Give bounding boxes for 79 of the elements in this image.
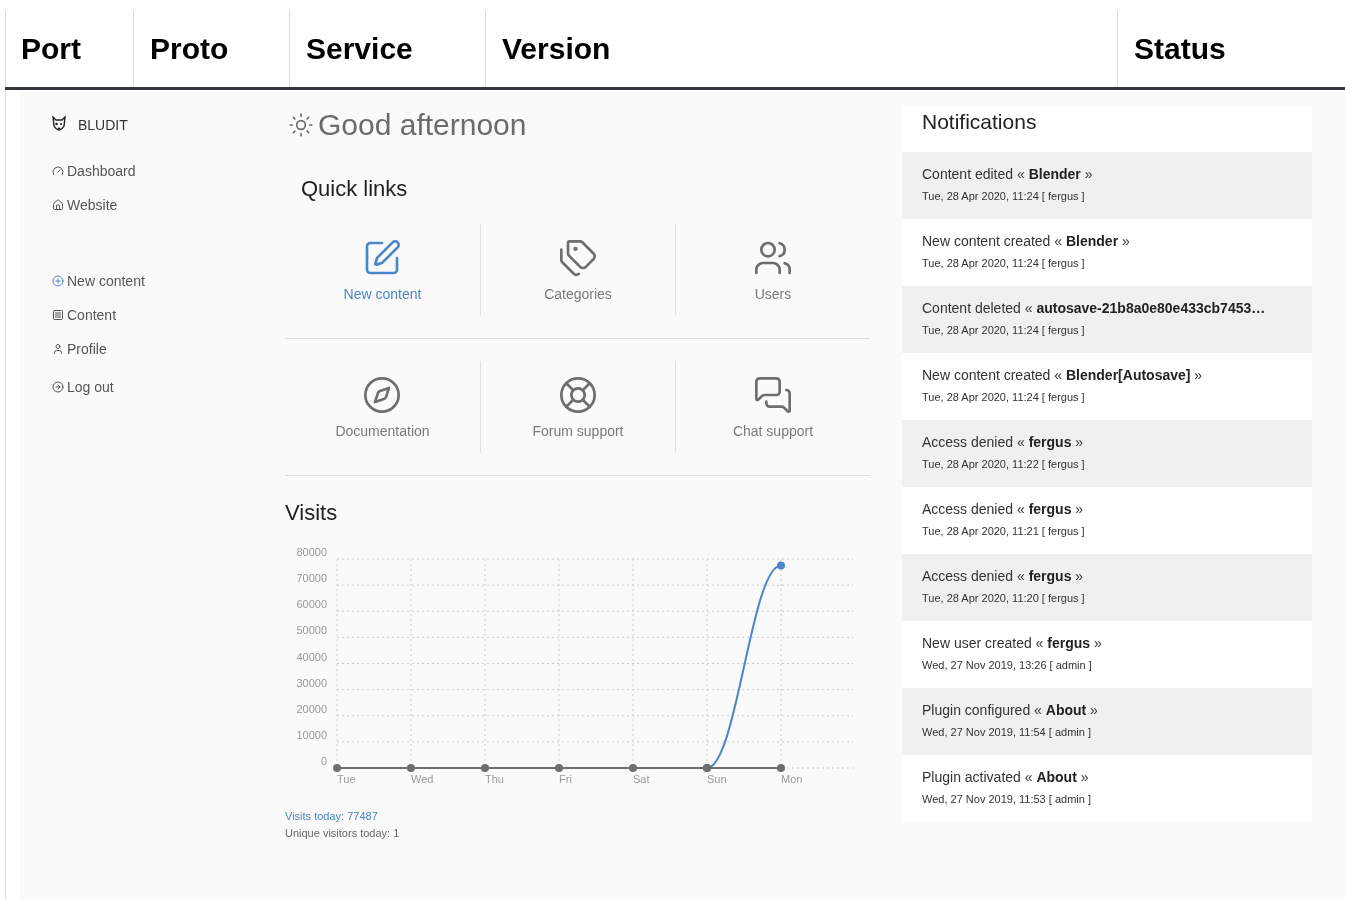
x-tick-label: Fri: [559, 773, 572, 785]
column-header: Port: [5, 10, 133, 87]
y-tick-label: 0: [320, 755, 327, 767]
section-title: Quick links: [301, 176, 409, 202]
y-tick-label: 40000: [296, 650, 327, 663]
notification-text: Content edited « Blender »: [922, 166, 1094, 182]
notification-text: Access denied « fergus »: [922, 501, 1085, 517]
column-header: Service: [289, 10, 485, 87]
sidebar-item[interactable]: Dashboard: [52, 160, 285, 182]
y-tick-label: 10000: [296, 728, 327, 741]
y-tick-label: 80000: [296, 546, 327, 558]
notification-text: New content created « Blender[Autosave] »: [922, 367, 1204, 383]
notification-meta: Tue, 28 Apr 2020, 11:21 [ fergus ]: [922, 525, 1086, 537]
unique-visitors-text: Unique visitors today: 1: [285, 827, 401, 839]
notification-meta: Wed, 27 Nov 2019, 13:26 [ admin ]: [922, 659, 1093, 671]
visits-today-text: Visits today: 77487: [285, 810, 379, 822]
notification-meta: Tue, 28 Apr 2020, 11:24 [ fergus ]: [922, 391, 1086, 403]
sidebar-item[interactable]: New content: [52, 270, 285, 292]
logout-icon: [52, 381, 64, 393]
sidebar-item[interactable]: Website: [52, 194, 285, 216]
sidebar-item[interactable]: Content: [52, 304, 285, 326]
plus-circle-icon: [52, 275, 64, 287]
greeting-title: Good afternoon: [318, 108, 527, 142]
brand-name: BLUDIT: [78, 117, 128, 133]
quick-link[interactable]: New content: [343, 238, 422, 302]
notification-text: New content created « Blender »: [922, 233, 1131, 249]
chart-point: [481, 764, 489, 772]
chart-point: [777, 764, 785, 772]
x-tick-label: Sat: [633, 773, 650, 785]
notification-text: New user created « fergus »: [922, 635, 1103, 651]
y-tick-label: 30000: [296, 676, 327, 689]
notification-meta: Wed, 27 Nov 2019, 11:54 [ admin ]: [922, 726, 1092, 738]
y-tick-label: 60000: [296, 598, 327, 611]
tags-icon: [558, 238, 598, 278]
notification-text: Content deleted « autosave-21b8a0e80e433cb7453…: [922, 300, 1267, 316]
x-tick-label: Mon: [781, 773, 803, 785]
notification-meta: Tue, 28 Apr 2020, 11:24 [ fergus ]: [922, 257, 1086, 269]
y-tick-label: 70000: [296, 572, 327, 585]
panel-title: Notifications: [921, 109, 1038, 135]
notification-meta: Wed, 27 Nov 2019, 11:53 [ admin ]: [922, 793, 1092, 805]
lifebuoy-icon: [558, 375, 598, 415]
dog-logo-icon: [52, 116, 66, 134]
chart-point: [629, 764, 637, 772]
section-title: Visits: [285, 500, 339, 526]
quick-link[interactable]: Forum support: [532, 375, 624, 439]
notification-text: Access denied « fergus »: [922, 434, 1085, 450]
notification-meta: Tue, 28 Apr 2020, 11:24 [ fergus ]: [922, 324, 1086, 336]
notification-meta: Tue, 28 Apr 2020, 11:22 [ fergus ]: [922, 458, 1086, 470]
quick-link[interactable]: Chat support: [732, 375, 814, 439]
x-tick-label: Thu: [485, 773, 504, 785]
home-icon: [52, 199, 64, 211]
x-tick-label: Tue: [337, 773, 356, 785]
notification-text: Plugin activated « About »: [922, 769, 1090, 785]
notification-text: Plugin configured « About »: [922, 702, 1099, 718]
sidebar-item[interactable]: Profile: [52, 338, 285, 360]
archive-icon: [52, 309, 64, 321]
quick-link[interactable]: Documentation: [335, 375, 430, 439]
chart-point: [407, 764, 415, 772]
user-icon: [52, 343, 64, 355]
sidebar-item[interactable]: Log out: [52, 376, 285, 398]
chat-icon: [753, 375, 793, 415]
notification-text: Access denied « fergus »: [922, 568, 1085, 584]
quick-link[interactable]: Categories: [544, 238, 612, 302]
x-tick-label: Sun: [707, 773, 727, 785]
column-header: Version: [485, 10, 1117, 87]
notification-meta: Tue, 28 Apr 2020, 11:24 [ fergus ]: [922, 190, 1086, 202]
column-header: Status: [1117, 10, 1345, 87]
column-header: Proto: [133, 10, 289, 87]
chart-point: [333, 764, 341, 772]
chart-point: [777, 561, 785, 570]
chart-point: [555, 764, 563, 772]
compass-icon: [362, 375, 403, 415]
y-tick-label: 20000: [296, 702, 327, 715]
x-tick-label: Wed: [411, 773, 434, 785]
gauge-icon: [52, 165, 64, 177]
y-tick-label: 50000: [296, 624, 327, 637]
notification-meta: Tue, 28 Apr 2020, 11:20 [ fergus ]: [922, 592, 1086, 604]
quick-link[interactable]: Users: [753, 238, 793, 302]
sun-icon: [288, 112, 314, 138]
